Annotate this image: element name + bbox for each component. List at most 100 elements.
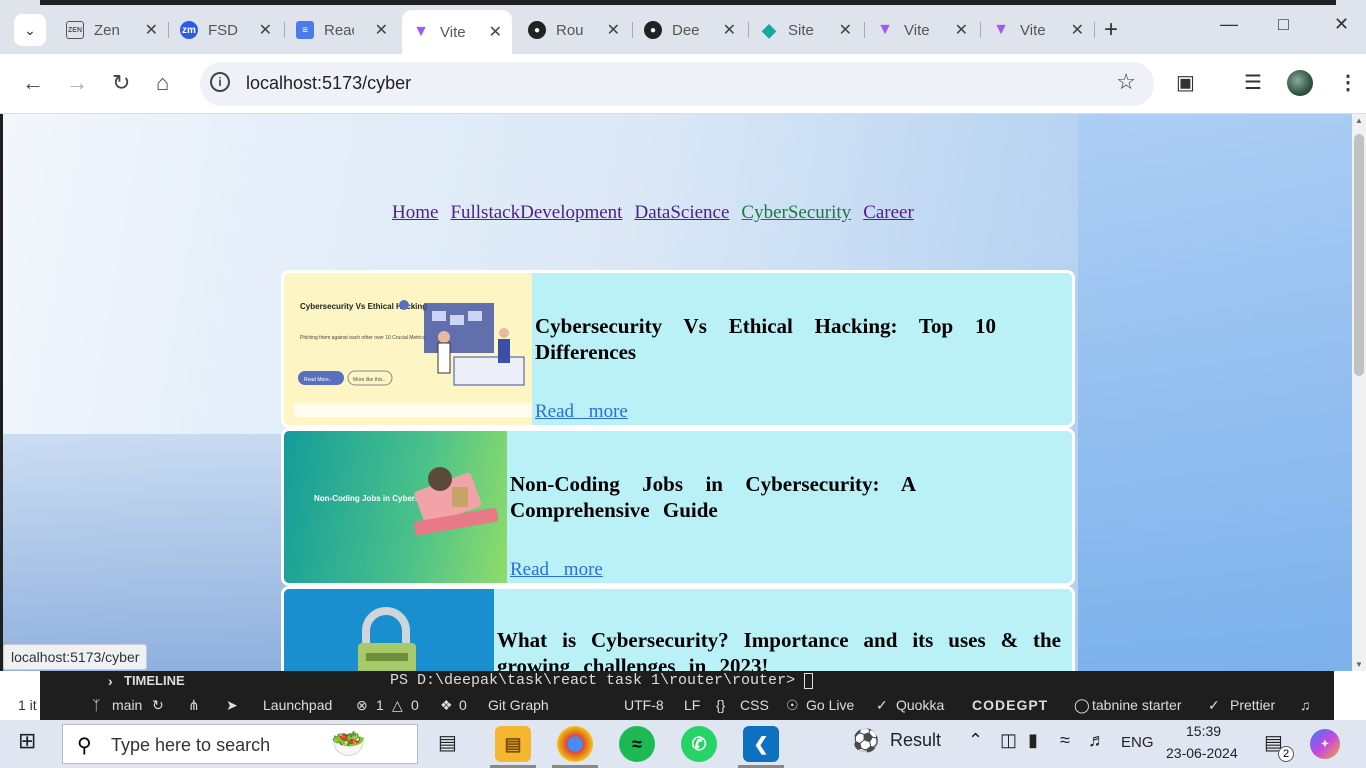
close-icon[interactable]: ✕ <box>145 20 158 40</box>
weather-label[interactable]: Result <box>890 730 941 751</box>
tab-4[interactable]: ● Rou ✕ <box>518 12 630 48</box>
vscode-status-bar: ᛉ main ↻ ⋔ ➤ Launchpad ⊗ 1 △ 0 ❖ 0 Git G… <box>40 692 1334 720</box>
thumb-button-1: Read More.. <box>304 377 332 383</box>
spotify-icon[interactable]: ≈ <box>619 726 655 762</box>
back-arrow-icon[interactable]: ← <box>22 70 44 96</box>
launchpad-button[interactable]: Launchpad <box>263 697 332 713</box>
tab-0[interactable]: ZEN Zen ✕ <box>56 12 168 48</box>
tab-7[interactable]: ▼ Vite ✕ <box>866 12 978 48</box>
terminal-prompt[interactable]: PS D:\deepak\task\react task 1\router\ro… <box>390 672 795 689</box>
broadcast-icon: ☉ <box>786 697 799 713</box>
volume-icon[interactable]: ♬ <box>1088 730 1106 751</box>
wifi-icon[interactable]: ≈ <box>1060 730 1070 751</box>
language-mode[interactable]: CSS <box>740 697 769 713</box>
read-more-link[interactable]: Read more <box>535 401 628 423</box>
warnings-count[interactable]: 0 <box>411 697 419 713</box>
close-icon[interactable]: ✕ <box>1071 20 1084 40</box>
windows-taskbar: ⊞ ⚲ Type here to search 🥗 ▤ ▤ ≈ ✆ ❮ ⚽ Re… <box>0 720 1366 768</box>
sync-icon[interactable]: ↻ <box>152 697 164 714</box>
close-icon[interactable]: ✕ <box>955 20 968 40</box>
background-decoration <box>1078 114 1352 671</box>
input-language[interactable]: ENG <box>1121 734 1154 751</box>
page-scrollbar[interactable]: ▲ ▼ <box>1352 114 1366 671</box>
scroll-down-arrow-icon[interactable]: ▼ <box>1355 660 1363 669</box>
close-icon[interactable]: ✕ <box>607 20 620 40</box>
scroll-thumb[interactable] <box>1354 134 1364 376</box>
window-close-icon[interactable]: ✕ <box>1334 14 1349 35</box>
taskbar-search[interactable]: ⚲ Type here to search 🥗 <box>62 724 418 764</box>
minimize-icon[interactable]: — <box>1220 14 1238 35</box>
encoding[interactable]: UTF-8 <box>624 697 664 713</box>
git-graph-button[interactable]: Git Graph <box>488 697 549 713</box>
prettier-check-icon: ✓ <box>1208 697 1220 713</box>
url-text[interactable]: localhost:5173/cyber <box>246 73 411 94</box>
reload-icon[interactable]: ↻ <box>112 70 130 96</box>
nav-link-datascience[interactable]: DataScience <box>634 202 729 223</box>
task-view-icon[interactable]: ▤ <box>438 730 457 755</box>
tab-2[interactable]: ≡ Reac ✕ <box>286 12 398 48</box>
nav-link-cybersecurity[interactable]: CyberSecurity <box>741 202 851 223</box>
prettier-button[interactable]: Prettier <box>1230 697 1275 713</box>
read-more-link[interactable]: Read more <box>510 559 603 581</box>
ports-count[interactable]: 0 <box>459 697 467 713</box>
chevron-up-icon[interactable]: ⌃ <box>968 730 983 751</box>
bookmark-star-icon[interactable]: ☆ <box>1116 69 1136 95</box>
tab-search-dropdown-icon[interactable]: ⌄ <box>14 14 46 46</box>
tab-title: Vite <box>904 21 930 39</box>
scroll-up-arrow-icon[interactable]: ▲ <box>1355 116 1363 125</box>
terminal-cursor <box>804 673 813 689</box>
new-tab-plus-icon[interactable]: + <box>1104 16 1118 44</box>
close-icon[interactable]: ✕ <box>375 20 388 40</box>
quokka-button[interactable]: Quokka <box>896 697 944 713</box>
chevron-right-icon[interactable]: › <box>108 673 113 689</box>
vscode-icon[interactable]: ❮ <box>743 726 779 762</box>
maximize-icon[interactable]: □ <box>1278 14 1289 35</box>
errors-count[interactable]: 1 <box>376 697 384 713</box>
illustration-image: Cybersecurity Vs Ethical Hacking Pitchin… <box>284 273 532 425</box>
clock-date[interactable]: 23-06-2024 <box>1166 745 1238 761</box>
close-icon[interactable]: ✕ <box>259 20 272 40</box>
warning-icon[interactable]: △ <box>392 697 403 714</box>
forward-arrow-icon[interactable]: → <box>66 70 88 96</box>
address-bar[interactable]: i localhost:5173/cyber ☆ <box>200 62 1154 106</box>
tabnine-button[interactable]: tabnine starter <box>1092 697 1182 713</box>
nav-link-home[interactable]: Home <box>392 202 438 223</box>
nav-link-fullstack[interactable]: FullstackDevelopment <box>450 202 622 223</box>
zen-class-icon: ZEN <box>66 21 84 39</box>
home-icon[interactable]: ⌂ <box>156 70 169 96</box>
weather-widget-icon[interactable]: ⚽ <box>852 728 879 754</box>
codegpt-button[interactable]: CODEGPT <box>972 697 1048 713</box>
close-icon[interactable]: ✕ <box>489 22 502 42</box>
timeline-header[interactable]: TIMELINE <box>124 673 185 688</box>
tab-6[interactable]: ◆ Site ✕ <box>750 12 862 48</box>
close-icon[interactable]: ✕ <box>839 20 852 40</box>
ports-icon[interactable]: ❖ <box>440 697 453 714</box>
browser-toolbar: ← → ↻ ⌂ i localhost:5173/cyber ☆ ▣ ☰ ⋮ <box>0 54 1366 114</box>
error-icon[interactable]: ⊗ <box>356 697 368 714</box>
source-control-icon[interactable]: ⋔ <box>188 697 200 714</box>
clock-time[interactable]: 15:39 <box>1186 723 1221 739</box>
tab-1[interactable]: zm FSD ✕ <box>170 12 282 48</box>
tab-8[interactable]: ▼ Vite ✕ <box>982 12 1094 48</box>
line-ending[interactable]: LF <box>684 697 700 713</box>
extensions-puzzle-icon[interactable]: ▣ <box>1176 70 1195 95</box>
tab-5[interactable]: ● Dee ✕ <box>634 12 746 48</box>
windows-start-icon[interactable]: ⊞ <box>18 728 36 754</box>
bell-icon[interactable]: ♫ <box>1300 697 1311 713</box>
media-controls-icon[interactable]: ☰ <box>1244 70 1262 95</box>
copilot-icon[interactable]: ✦ <box>1310 729 1340 759</box>
close-icon[interactable]: ✕ <box>723 20 736 40</box>
branch-name[interactable]: main <box>112 697 142 713</box>
whatsapp-icon[interactable]: ✆ <box>681 726 717 762</box>
site-info-icon[interactable]: i <box>210 72 230 92</box>
tab-3-active[interactable]: ▼ Vite ✕ <box>402 10 512 54</box>
kebab-menu-icon[interactable]: ⋮ <box>1338 70 1358 95</box>
nav-link-career[interactable]: Career <box>863 202 914 223</box>
go-live-button[interactable]: Go Live <box>806 697 854 713</box>
battery-icon[interactable]: ▮ <box>1028 730 1038 751</box>
file-explorer-icon[interactable]: ▤ <box>495 726 531 762</box>
meet-now-icon[interactable]: ◫ <box>1000 730 1017 751</box>
chrome-icon[interactable] <box>557 726 593 762</box>
profile-avatar[interactable] <box>1287 70 1313 96</box>
tabnine-icon: ◯ <box>1074 697 1090 713</box>
